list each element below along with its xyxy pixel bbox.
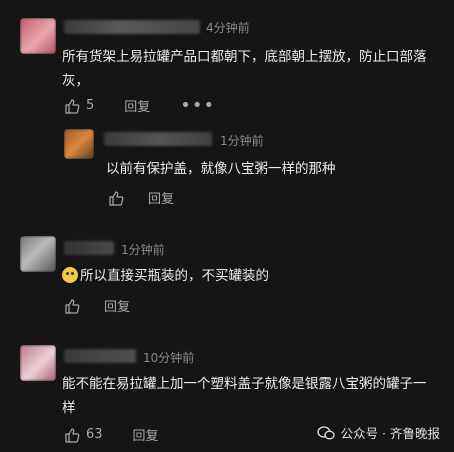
reply-button[interactable]: 回复 [148,188,174,207]
reply-button[interactable]: 回复 [104,296,130,315]
comment-text: 所以直接买瓶装的，不买罐装的 [62,264,432,288]
thumbs-up-icon [109,190,124,206]
wechat-icon [316,425,335,439]
like-button[interactable]: 63 [64,427,103,443]
thumbs-up-icon [65,427,80,443]
reply-button[interactable]: 回复 [124,96,150,115]
username-blurred[interactable] [104,132,212,146]
thumbs-up-icon [65,98,80,114]
like-button[interactable] [108,190,124,206]
username-blurred[interactable] [64,20,200,34]
like-button[interactable] [64,298,80,314]
comment-text-content: 所以直接买瓶装的，不买罐装的 [80,268,269,284]
avatar[interactable] [20,345,56,381]
comment-time: 1分钟前 [220,134,264,148]
comment-text: 以前有保护盖，就像八宝粥一样的那种 [106,161,336,177]
username-blurred[interactable] [64,349,136,363]
comment-text: 能不能在易拉罐上加一个塑料盖子就像是银露八宝粥的罐子一样 [62,376,427,416]
reply-button[interactable]: 回复 [133,425,159,444]
watermark: 公众号 · 齐鲁晚报 [316,423,440,442]
thumbs-up-icon [65,298,80,314]
avatar[interactable] [20,18,56,54]
like-count: 5 [86,98,95,113]
username-blurred[interactable] [64,241,114,255]
comment-text: 所有货架上易拉罐产品口都朝下，底部朝上摆放，防止口部落灰， [62,49,427,89]
comment-time: 10分钟前 [143,351,195,365]
emoji-icon [62,267,78,283]
comment-actions: 回复 [108,188,174,207]
comment-actions: 回复 [64,296,130,315]
comment-time: 4分钟前 [206,21,250,35]
like-button[interactable]: 5 [64,98,94,114]
comment-time: 1分钟前 [121,243,165,257]
avatar[interactable] [64,129,94,159]
comment-actions: 63 回复 [64,425,159,444]
more-options-button[interactable]: ••• [180,96,215,114]
watermark-label: 公众号 · 齐鲁晚报 [340,426,440,441]
like-count: 63 [86,427,103,442]
comment-actions: 5 回复 ••• [64,96,215,115]
avatar[interactable] [20,236,56,272]
